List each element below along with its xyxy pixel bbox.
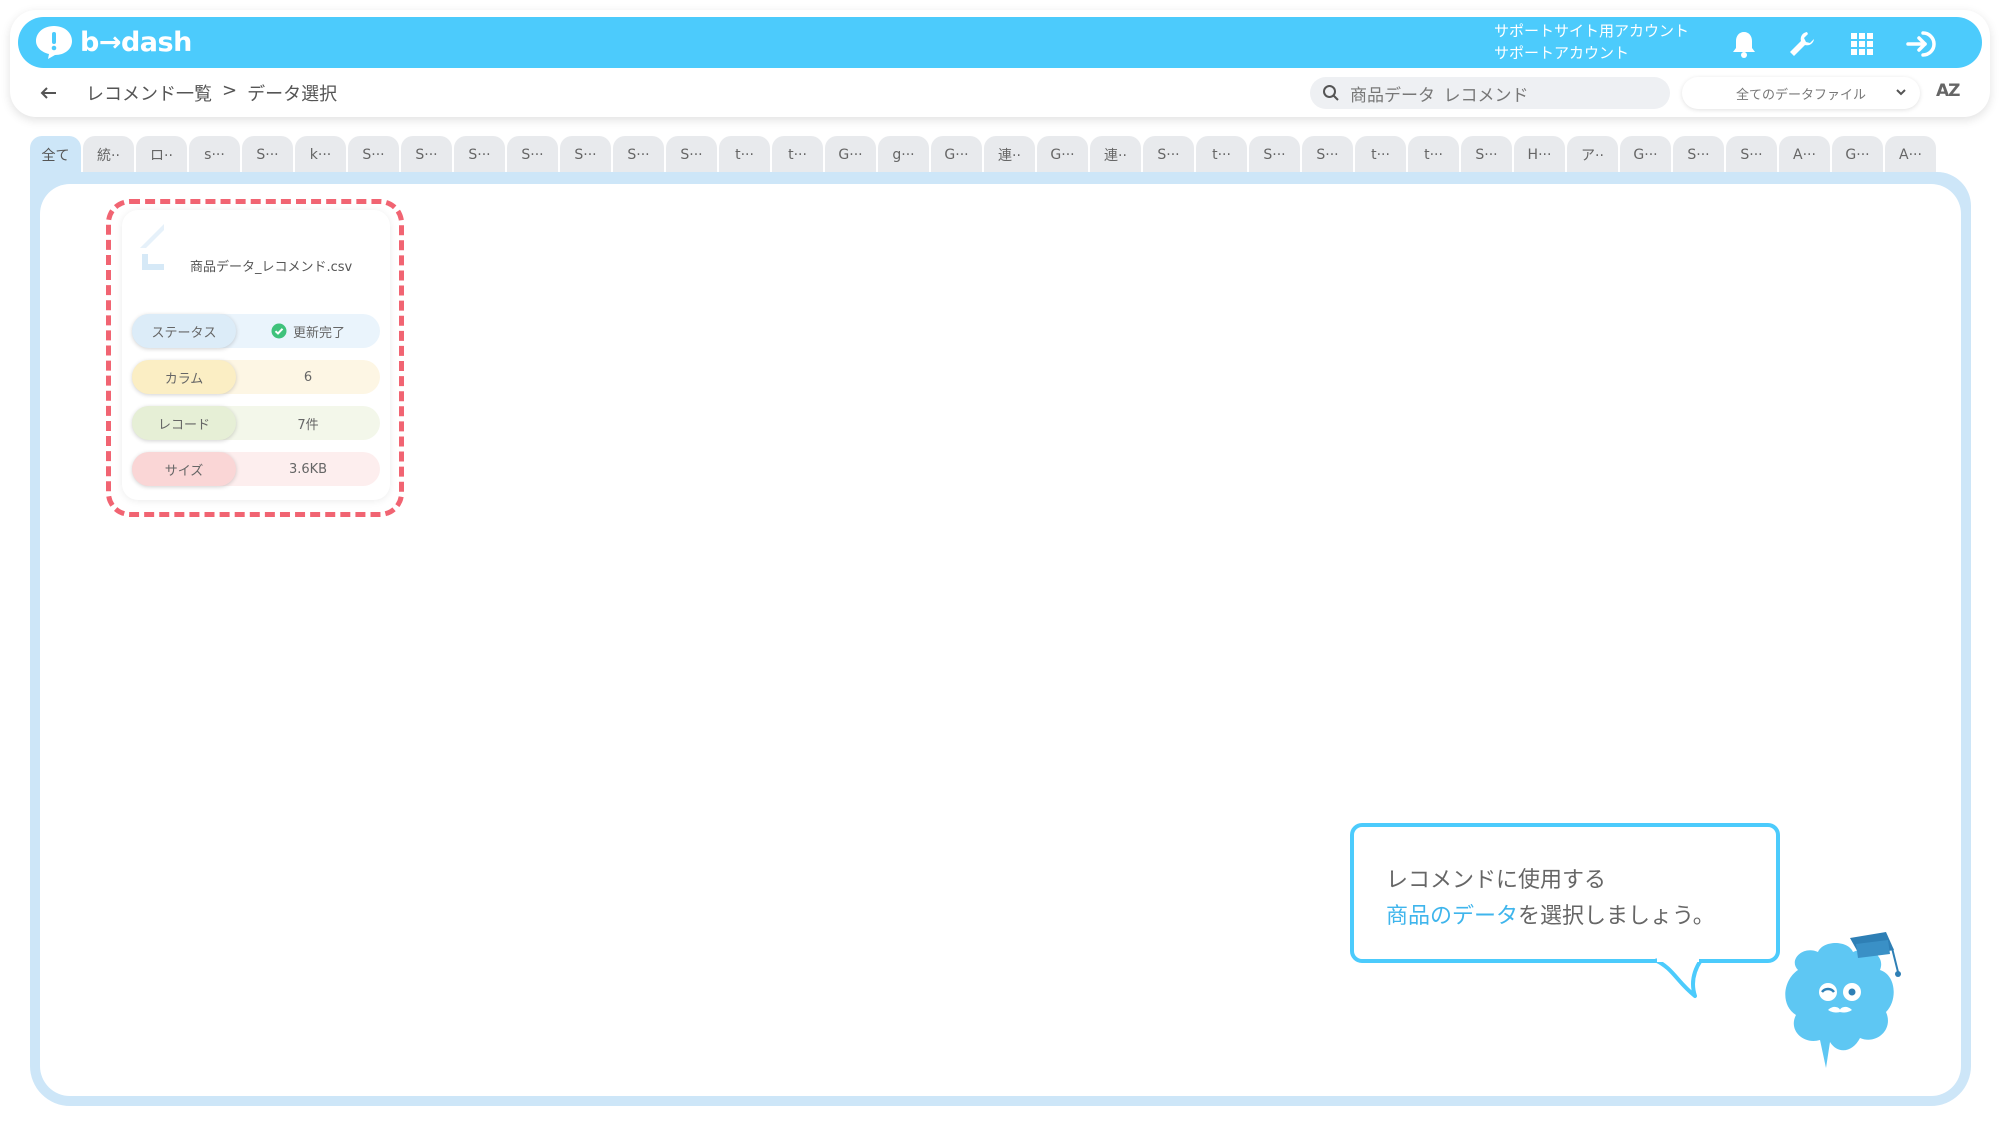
tab[interactable]: S···: [1673, 136, 1724, 174]
logout-icon[interactable]: [1904, 26, 1940, 62]
tab[interactable]: 連··: [984, 136, 1035, 174]
tab[interactable]: S···: [1143, 136, 1194, 174]
record-row: レコード 7件: [132, 406, 380, 440]
search-box[interactable]: [1310, 77, 1670, 109]
tab[interactable]: G···: [1620, 136, 1671, 174]
guide-speech-bubble: レコメンドに使用する 商品のデータを選択しましょう。: [1350, 823, 1780, 963]
tab[interactable]: k···: [295, 136, 346, 174]
tab[interactable]: S···: [348, 136, 399, 174]
back-arrow-icon[interactable]: [38, 82, 60, 104]
breadcrumb-current: データ選択: [247, 84, 338, 105]
tab[interactable]: t···: [1355, 136, 1406, 174]
tab[interactable]: S···: [560, 136, 611, 174]
tab[interactable]: G···: [931, 136, 982, 174]
guide-highlight: 商品のデータ: [1386, 904, 1519, 929]
tab[interactable]: t···: [719, 136, 770, 174]
tab[interactable]: ロ··: [136, 136, 187, 174]
tab[interactable]: g···: [878, 136, 929, 174]
data-file-card[interactable]: 商品データ_レコメンド.csv ステータス 更新完了 カラム 6 レコード 7件…: [122, 210, 390, 500]
tab[interactable]: t···: [1196, 136, 1247, 174]
bell-icon[interactable]: [1726, 26, 1762, 62]
tab[interactable]: S···: [507, 136, 558, 174]
size-row: サイズ 3.6KB: [132, 452, 380, 486]
status-value-wrap: 更新完了: [236, 322, 380, 341]
account-user: サポートアカウント: [1494, 44, 1630, 62]
account-name: サポートサイト用アカウント: [1494, 22, 1690, 40]
file-name: 商品データ_レコメンド.csv: [190, 260, 353, 275]
logo-text: b→dash: [80, 26, 192, 58]
sort-az-button[interactable]: AZ: [1936, 81, 1961, 101]
logo-bubble-icon: [36, 26, 72, 59]
status-value: 更新完了: [292, 325, 345, 341]
tab[interactable]: 連··: [1090, 136, 1141, 174]
tab[interactable]: A···: [1779, 136, 1830, 174]
column-label: カラム: [132, 360, 236, 394]
chevron-down-icon: [1896, 89, 1906, 96]
tab[interactable]: S···: [666, 136, 717, 174]
tab[interactable]: S···: [401, 136, 452, 174]
status-label: ステータス: [132, 314, 236, 348]
tab[interactable]: H···: [1514, 136, 1565, 174]
file-icon: [140, 224, 164, 270]
tab[interactable]: S···: [1302, 136, 1353, 174]
tab[interactable]: A···: [1885, 136, 1936, 174]
tab[interactable]: 統··: [83, 136, 134, 174]
tab[interactable]: S···: [454, 136, 505, 174]
guide-line2: 商品のデータを選択しましょう。: [1386, 899, 1776, 935]
search-input[interactable]: [1350, 83, 1650, 103]
column-row: カラム 6: [132, 360, 380, 394]
tab[interactable]: S···: [1726, 136, 1777, 174]
guide-line1: レコメンドに使用する: [1386, 868, 1607, 893]
column-value: 6: [303, 369, 313, 385]
app-logo[interactable]: b→dash: [34, 24, 192, 60]
wrench-icon[interactable]: [1784, 26, 1820, 62]
status-row: ステータス 更新完了: [132, 314, 380, 348]
tab-all[interactable]: 全て: [30, 136, 81, 174]
category-tabs: 全て 統·· ロ·· s··· S··· k··· S··· S··· S···…: [30, 136, 1936, 174]
mascot-brain-icon: [1785, 932, 1901, 1068]
tab[interactable]: t···: [772, 136, 823, 174]
record-label: レコード: [132, 406, 236, 440]
file-filter-value: 全てのデータファイル: [1735, 87, 1866, 103]
tab[interactable]: s···: [189, 136, 240, 174]
size-value: 3.6KB: [288, 461, 328, 477]
breadcrumb-parent[interactable]: レコメンド一覧: [86, 80, 212, 106]
tab[interactable]: S···: [242, 136, 293, 174]
search-icon: [1323, 85, 1339, 101]
guide-line2-rest: を選択しましょう。: [1518, 904, 1715, 929]
file-filter-select[interactable]: 全てのデータファイル: [1682, 77, 1920, 109]
breadcrumb-separator: >: [222, 80, 238, 101]
check-circle-icon: [271, 323, 287, 339]
tab[interactable]: ア··: [1567, 136, 1618, 174]
speech-bubble-tail: [1655, 958, 1703, 998]
tab[interactable]: G···: [1037, 136, 1088, 174]
size-label: サイズ: [132, 452, 236, 486]
tab[interactable]: t···: [1408, 136, 1459, 174]
account-info[interactable]: サポートサイト用アカウント サポートアカウント: [1494, 20, 1689, 64]
tab[interactable]: S···: [1461, 136, 1512, 174]
tab[interactable]: S···: [1249, 136, 1300, 174]
breadcrumb: レコメンド一覧 > データ選択: [86, 80, 337, 106]
tab[interactable]: G···: [1832, 136, 1883, 174]
apps-grid-icon[interactable]: [1844, 26, 1880, 62]
tab[interactable]: G···: [825, 136, 876, 174]
record-value: 7件: [297, 417, 319, 433]
tab[interactable]: S···: [613, 136, 664, 174]
